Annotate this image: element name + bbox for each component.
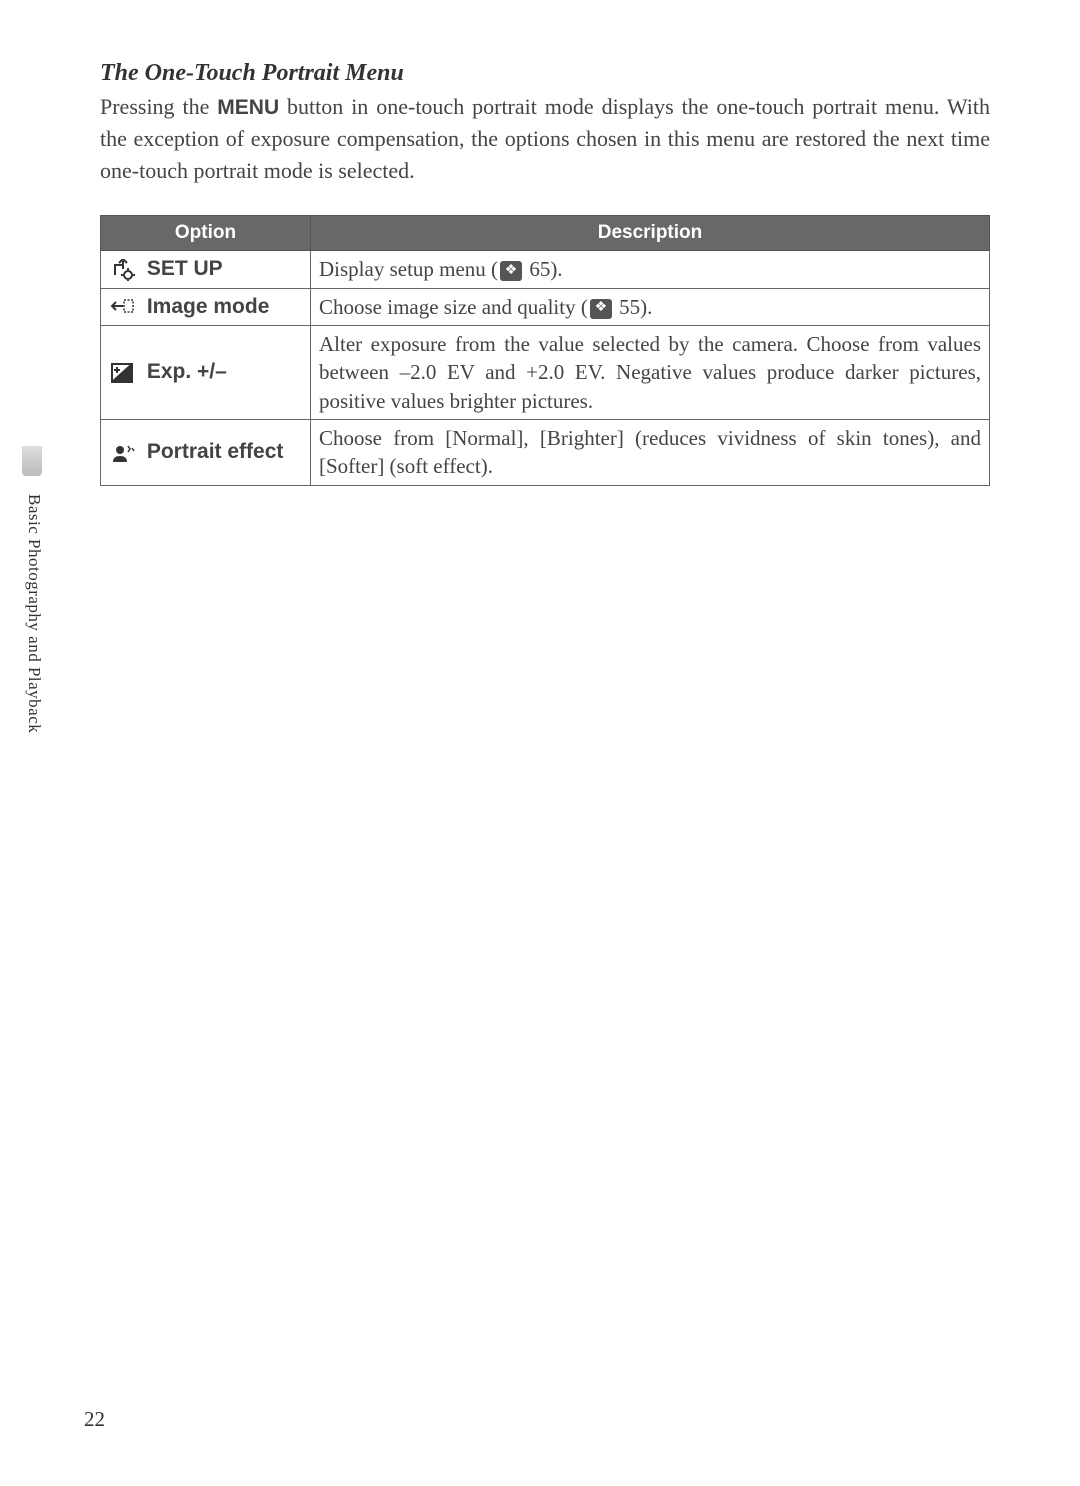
header-description: Description xyxy=(311,216,990,251)
side-tab xyxy=(22,446,42,476)
portrait-effect-icon xyxy=(109,442,135,464)
table-row: Image mode Choose image size and quality… xyxy=(101,288,990,325)
option-cell-setup: SET UP xyxy=(101,251,311,288)
option-cell-image-mode: Image mode xyxy=(101,288,311,325)
side-section-label: Basic Photography and Playback xyxy=(24,494,44,733)
description-cell: Choose from [Normal], [Brighter] (reduce… xyxy=(311,419,990,485)
desc-prefix: Choose image size and quality ( xyxy=(319,295,588,319)
table-header-row: Option Description xyxy=(101,216,990,251)
desc-ref: 55 xyxy=(619,295,640,319)
section-title: The One-Touch Portrait Menu xyxy=(100,60,990,87)
page-ref-icon: ❖ xyxy=(500,261,522,281)
desc-prefix: Display setup menu ( xyxy=(319,257,498,281)
option-cell-exposure: Exp. +/– xyxy=(101,325,311,419)
description-cell: Alter exposure from the value selected b… xyxy=(311,325,990,419)
table-row: Portrait effect Choose from [Normal], [B… xyxy=(101,419,990,485)
exposure-icon xyxy=(109,362,135,384)
table-row: Exp. +/– Alter exposure from the value s… xyxy=(101,325,990,419)
description-cell: Choose image size and quality (❖ 55). xyxy=(311,288,990,325)
menu-button-label: MENU xyxy=(217,96,279,119)
desc-suffix: ). xyxy=(640,295,652,319)
desc-ref: 65 xyxy=(529,257,550,281)
description-cell: Display setup menu (❖ 65). xyxy=(311,251,990,288)
setup-icon xyxy=(109,259,135,281)
page-number: 22 xyxy=(84,1407,105,1432)
option-label: Image mode xyxy=(147,295,270,318)
option-label: Exp. +/– xyxy=(147,360,227,383)
options-table: Option Description SET UP Display setup … xyxy=(100,215,990,485)
option-cell-portrait-effect: Portrait effect xyxy=(101,419,311,485)
intro-part1: Pressing the xyxy=(100,94,217,119)
header-option: Option xyxy=(101,216,311,251)
image-mode-icon xyxy=(109,296,135,318)
page-content: The One-Touch Portrait Menu Pressing the… xyxy=(0,0,1080,526)
intro-paragraph: Pressing the MENU button in one-touch po… xyxy=(100,91,990,187)
desc-suffix: ). xyxy=(550,257,562,281)
option-label: Portrait effect xyxy=(147,440,284,463)
page-ref-icon: ❖ xyxy=(590,299,612,319)
table-row: SET UP Display setup menu (❖ 65). xyxy=(101,251,990,288)
option-label: SET UP xyxy=(147,257,223,280)
